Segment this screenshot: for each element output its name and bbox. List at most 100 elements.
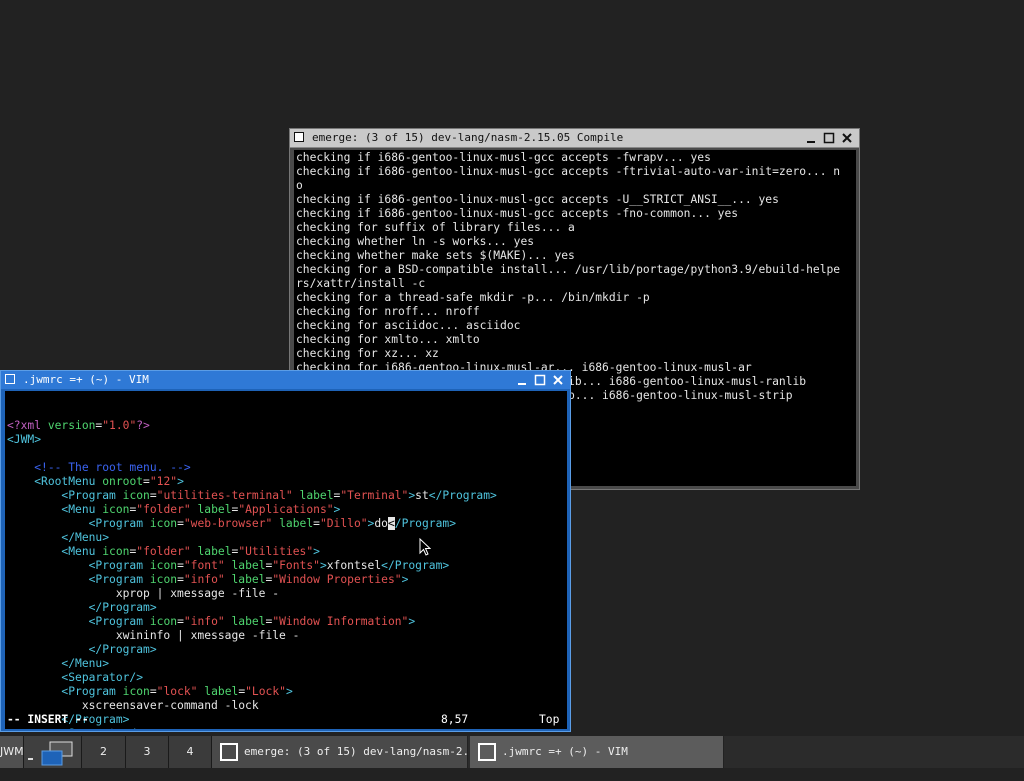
close-button[interactable] [840,131,854,145]
vim-code-lines[interactable]: <?xml version="1.0"?> <JWM> <!-- The root… [7,419,567,729]
code-token: label [279,517,314,530]
terminal-line: checking if i686-gentoo-linux-musl-gcc a… [296,193,779,206]
code-token: "lock" [156,685,198,698]
code-token: <Program [88,573,150,586]
code-token: "Window Properties" [272,573,402,586]
code-line: <Program icon="info" label="Window Infor… [7,615,567,629]
taskbar: JWM 2 3 4 emerge: (3 of 15) dev-lang/nas… [0,736,1024,768]
code-line: xwininfo | xmessage -file - [7,629,567,643]
code-token: </Program> [88,601,157,614]
window-icon [478,743,496,761]
code-line: <Program icon="lock" label="Lock"> [7,685,567,699]
code-token: "12" [149,475,178,488]
terminal-line: checking if i686-gentoo-linux-musl-gcc a… [296,207,739,220]
code-token: <?xml [7,419,48,432]
window-menu-icon[interactable] [5,374,15,384]
close-button[interactable] [551,373,565,387]
code-token: "folder" [136,545,191,558]
code-token: label [197,545,232,558]
vim-status-line: -- INSERT -- 8,57 Top [7,713,563,727]
code-token: = [177,615,184,628]
maximize-button[interactable] [533,373,547,387]
code-token: icon [149,517,178,530]
code-line: <Menu icon="folder" label="Applications"… [7,503,567,517]
code-token: > [319,559,327,572]
desktop-3-button[interactable]: 3 [126,736,169,768]
desktop-2-button[interactable]: 2 [82,736,126,768]
window-menu-icon[interactable] [294,132,304,142]
code-token: > [408,615,416,628]
code-line: xprop | xmessage -file - [7,587,567,601]
vim-editor-buffer[interactable]: <?xml version="1.0"?> <JWM> <!-- The root… [5,391,567,729]
code-token: label [204,685,239,698]
code-token: = [143,475,150,488]
code-token: "Lock" [245,685,286,698]
code-token: "info" [183,573,225,586]
code-token: xwininfo | xmessage -file - [7,629,300,642]
vim-titlebar[interactable]: .jwmrc =+ (~) - VIM [1,371,570,389]
code-token: </Menu> [61,657,110,670]
emerge-titlebar[interactable]: emerge: (3 of 15) dev-lang/nasm-2.15.05 … [290,129,859,148]
desktop-3-label: 3 [143,745,151,758]
window-icon [220,743,238,761]
terminal-line: checking if i686-gentoo-linux-musl-gcc a… [296,151,711,164]
terminal-line: checking for a BSD-compatible install...… [296,263,841,276]
code-token: = [313,517,320,530]
desktop-4-label: 4 [186,745,194,758]
taskbar-item-label: .jwmrc =+ (~) - VIM [502,745,628,758]
code-token: icon [122,489,150,502]
vim-cursor-position: 8,57 [441,713,469,726]
code-token: icon [149,573,178,586]
minimize-icon [807,141,815,143]
vim-window[interactable]: .jwmrc =+ (~) - VIM <?xml version="1.0"?… [0,370,571,732]
desktop-1-button[interactable] [24,736,82,768]
code-line: </Menu> [7,531,567,545]
maximize-button[interactable] [822,131,836,145]
code-line: <JWM> [7,433,567,447]
code-token: label [231,559,266,572]
code-token: <Menu [61,545,103,558]
taskbar-item-vim[interactable]: .jwmrc =+ (~) - VIM [470,736,724,768]
code-line: xscreensaver-command -lock [7,699,567,713]
code-token: <Program [61,489,123,502]
code-line: <Menu icon="folder" label="Utilities"> [7,545,567,559]
code-token: "Fonts" [272,559,320,572]
pager-desktop-icon [28,741,73,766]
code-line: <?xml version="1.0"?> [7,419,567,433]
root-menu-button[interactable]: JWM [0,736,24,768]
code-token: </Program> [88,643,157,656]
taskbar-item-label: emerge: (3 of 15) dev-lang/nasm-2.15.05 … [244,745,467,758]
code-token: <Menu [61,503,103,516]
code-line: <!-- The root menu. --> [7,461,567,475]
terminal-line: checking for suffix of library files... … [296,221,575,234]
minimize-button[interactable] [515,373,529,387]
code-token: > [333,503,341,516]
code-token: <JWM> [7,433,42,446]
code-token: icon [102,503,130,516]
minimize-icon [518,383,526,385]
code-token: > [177,475,184,488]
code-token: "Terminal" [340,489,409,502]
code-token: <Separator/> [61,671,144,684]
code-token: icon [102,545,130,558]
desktop-4-button[interactable]: 4 [169,736,212,768]
code-line: </Program> [7,601,567,615]
minimize-button[interactable] [804,131,818,145]
root-menu-label: JWM [0,745,24,758]
code-token: onroot [102,475,144,488]
taskbar-item-emerge[interactable]: emerge: (3 of 15) dev-lang/nasm-2.15.05 … [212,736,468,768]
code-token: icon [149,615,178,628]
terminal-line: checking for nroff... nroff [296,305,480,318]
